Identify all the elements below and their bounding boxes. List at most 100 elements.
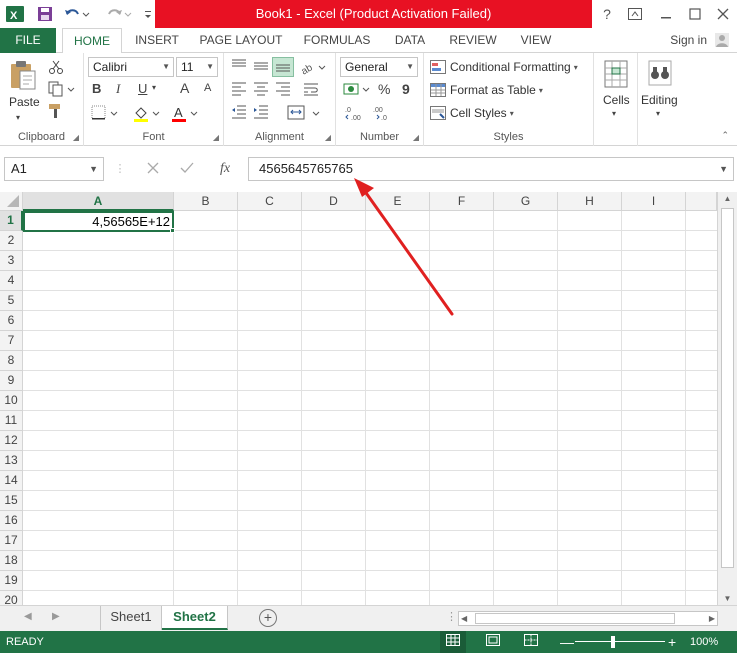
sheet-tab-sheet2[interactable]: Sheet2 [162, 606, 228, 630]
bottom-align-icon[interactable] [272, 57, 294, 77]
font-color-icon[interactable]: A [170, 105, 202, 126]
undo-icon[interactable] [62, 4, 92, 24]
row-header-14[interactable]: 14 [0, 471, 23, 491]
font-size-select[interactable]: 11 ▼ [176, 57, 218, 77]
row-header-16[interactable]: 16 [0, 511, 23, 531]
wrap-text-icon[interactable] [302, 82, 320, 99]
help-button[interactable]: ? [592, 0, 622, 28]
column-header-a[interactable]: A [23, 192, 174, 211]
copy-icon[interactable] [47, 81, 77, 100]
name-box[interactable]: A1 ▼ [4, 157, 104, 181]
scroll-sheets-right-icon[interactable]: ▶ [52, 611, 60, 622]
row-header-7[interactable]: 7 [0, 331, 23, 351]
zoom-in-button[interactable]: + [668, 631, 676, 653]
normal-view-icon[interactable] [440, 631, 466, 653]
zoom-level[interactable]: 100% [690, 631, 718, 653]
italic-button[interactable]: I [116, 81, 120, 97]
row-header-1[interactable]: 1 [0, 211, 23, 231]
tab-formulas[interactable]: FORMULAS [300, 28, 374, 53]
formula-input[interactable]: 4565645765765 ▼ [248, 157, 734, 181]
row-header-15[interactable]: 15 [0, 491, 23, 511]
cut-icon[interactable] [47, 59, 65, 78]
row-header-3[interactable]: 3 [0, 251, 23, 271]
row-header-6[interactable]: 6 [0, 311, 23, 331]
row-header-9[interactable]: 9 [0, 371, 23, 391]
horizontal-scrollbar[interactable]: ◀ ▶ [458, 611, 718, 626]
zoom-slider-track[interactable] [575, 641, 665, 642]
ribbon-display-options-icon[interactable] [620, 0, 650, 28]
grow-font-button[interactable]: A [180, 80, 189, 96]
underline-dropdown-icon[interactable]: ▾ [152, 83, 156, 92]
comma-style-button[interactable]: 9 [402, 81, 410, 97]
cell-a1[interactable]: 4,56565E+12 [23, 211, 174, 232]
user-avatar-icon[interactable] [715, 33, 729, 50]
cancel-icon[interactable] [138, 157, 168, 181]
column-header-c[interactable]: C [238, 192, 302, 211]
top-align-icon[interactable] [230, 59, 248, 76]
column-header-i[interactable]: I [622, 192, 686, 211]
column-header-e[interactable]: E [366, 192, 430, 211]
row-header-4[interactable]: 4 [0, 271, 23, 291]
row-header-11[interactable]: 11 [0, 411, 23, 431]
page-break-preview-icon[interactable] [518, 631, 544, 653]
decrease-indent-icon[interactable] [230, 105, 248, 122]
column-header-h[interactable]: H [558, 192, 622, 211]
select-all-corner[interactable] [0, 192, 23, 211]
conditional-formatting-button[interactable]: Conditional Formatting ▾ [430, 58, 578, 76]
font-launcher-icon[interactable]: ◢ [213, 133, 219, 142]
worksheet-grid[interactable]: ABCDEFGHI 1 2 3 4 5 6 7 8 9 10 11 12 13 14 15 16 17 18 19 2… [0, 192, 737, 605]
tab-split-grip-icon[interactable]: ⋮ [446, 610, 457, 623]
align-left-icon[interactable] [230, 82, 248, 99]
paste-icon[interactable] [6, 59, 40, 94]
row-header-5[interactable]: 5 [0, 291, 23, 311]
tab-page-layout[interactable]: PAGE LAYOUT [196, 28, 286, 53]
number-format-select[interactable]: General ▼ [340, 57, 418, 77]
enter-icon[interactable] [172, 157, 202, 181]
middle-align-icon[interactable] [252, 59, 270, 76]
column-header-f[interactable]: F [430, 192, 494, 211]
scroll-left-icon[interactable]: ◀ [461, 612, 467, 625]
vertical-scrollbar[interactable]: ▲ ▼ [717, 192, 737, 605]
zoom-slider-thumb[interactable] [611, 636, 615, 648]
cells-dropdown-icon[interactable]: ▾ [612, 109, 616, 118]
row-header-17[interactable]: 17 [0, 531, 23, 551]
fill-handle[interactable] [170, 228, 175, 233]
cell-styles-button[interactable]: Cell Styles ▾ [430, 104, 514, 122]
row-header-10[interactable]: 10 [0, 391, 23, 411]
clipboard-launcher-icon[interactable]: ◢ [73, 133, 79, 142]
page-layout-view-icon[interactable] [480, 631, 506, 653]
redo-icon[interactable] [104, 4, 134, 24]
sign-in-link[interactable]: Sign in [670, 28, 707, 53]
alignment-launcher-icon[interactable]: ◢ [325, 133, 331, 142]
row-header-19[interactable]: 19 [0, 571, 23, 591]
scroll-sheets-left-icon[interactable]: ◀ [24, 611, 32, 622]
scroll-down-icon[interactable]: ▼ [718, 594, 737, 603]
tab-review[interactable]: REVIEW [446, 28, 500, 53]
tab-insert[interactable]: INSERT [132, 28, 182, 53]
tab-home[interactable]: HOME [62, 28, 122, 54]
column-header-b[interactable]: B [174, 192, 238, 211]
horizontal-scroll-thumb[interactable] [475, 613, 675, 624]
collapse-ribbon-icon[interactable]: ⌃ [721, 130, 729, 141]
align-center-icon[interactable] [252, 82, 270, 99]
close-icon[interactable] [708, 0, 737, 28]
save-icon[interactable] [34, 4, 56, 24]
customize-qat-icon[interactable] [142, 4, 154, 24]
row-header-20[interactable]: 20 [0, 591, 23, 605]
maximize-icon[interactable] [680, 0, 710, 28]
align-right-icon[interactable] [274, 82, 292, 99]
zoom-out-button[interactable]: — [560, 631, 574, 653]
row-header-18[interactable]: 18 [0, 551, 23, 571]
shrink-font-button[interactable]: A [204, 82, 211, 94]
font-name-select[interactable]: Calibri ▼ [88, 57, 174, 77]
percent-style-button[interactable]: % [378, 81, 390, 97]
sheet-tab-sheet1[interactable]: Sheet1 [100, 606, 162, 630]
tab-file[interactable]: FILE [0, 28, 56, 53]
editing-group[interactable]: Editing ▾ [638, 53, 682, 146]
paste-dropdown-icon[interactable]: ▾ [16, 113, 20, 122]
format-as-table-button[interactable]: Format as Table ▾ [430, 81, 543, 99]
scroll-right-icon[interactable]: ▶ [709, 612, 715, 625]
cells-group[interactable]: Cells ▾ [594, 53, 638, 146]
underline-button[interactable]: U [138, 81, 147, 96]
format-painter-icon[interactable] [47, 103, 65, 122]
